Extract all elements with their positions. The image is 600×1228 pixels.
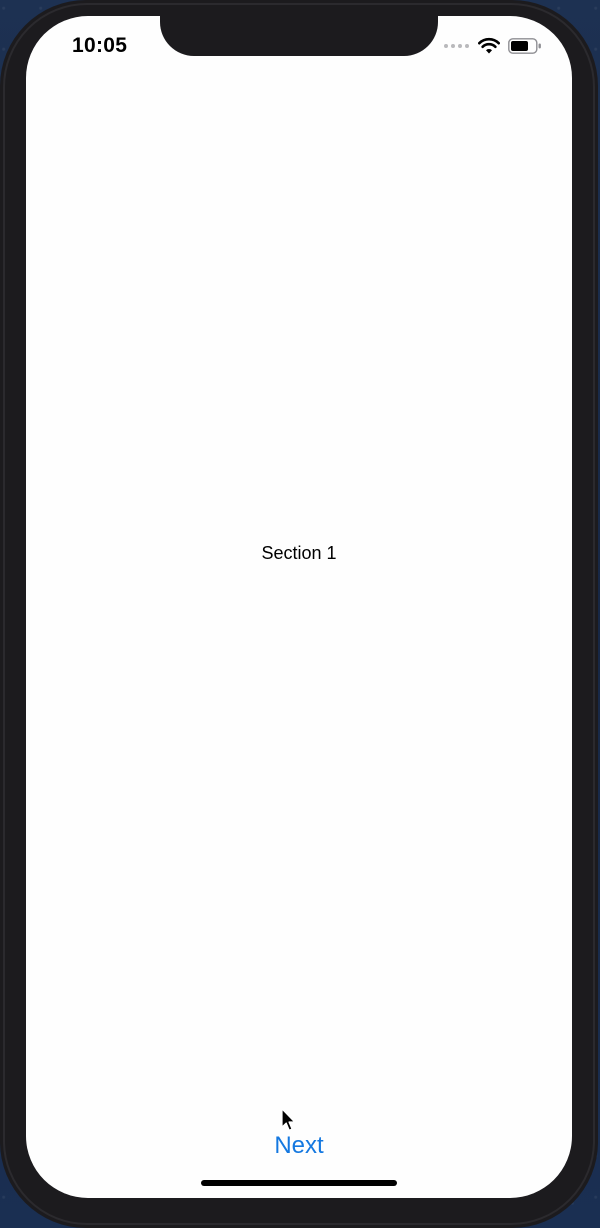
- status-bar-icons: [444, 37, 542, 55]
- section-title: Section 1: [261, 543, 337, 563]
- wifi-icon: [478, 38, 500, 54]
- mouse-pointer-icon: [281, 1108, 296, 1131]
- status-bar-time: 10:05: [72, 34, 128, 57]
- cellular-signal-icon: [444, 37, 470, 55]
- battery-icon: [508, 38, 541, 54]
- device-notch: [160, 16, 438, 56]
- home-indicator[interactable]: [201, 1180, 397, 1186]
- phone-frame: 10:05 Section 1 Next: [0, 0, 598, 1228]
- next-button[interactable]: Next: [249, 1128, 349, 1164]
- phone-screen: 10:05 Section 1 Next: [26, 16, 572, 1198]
